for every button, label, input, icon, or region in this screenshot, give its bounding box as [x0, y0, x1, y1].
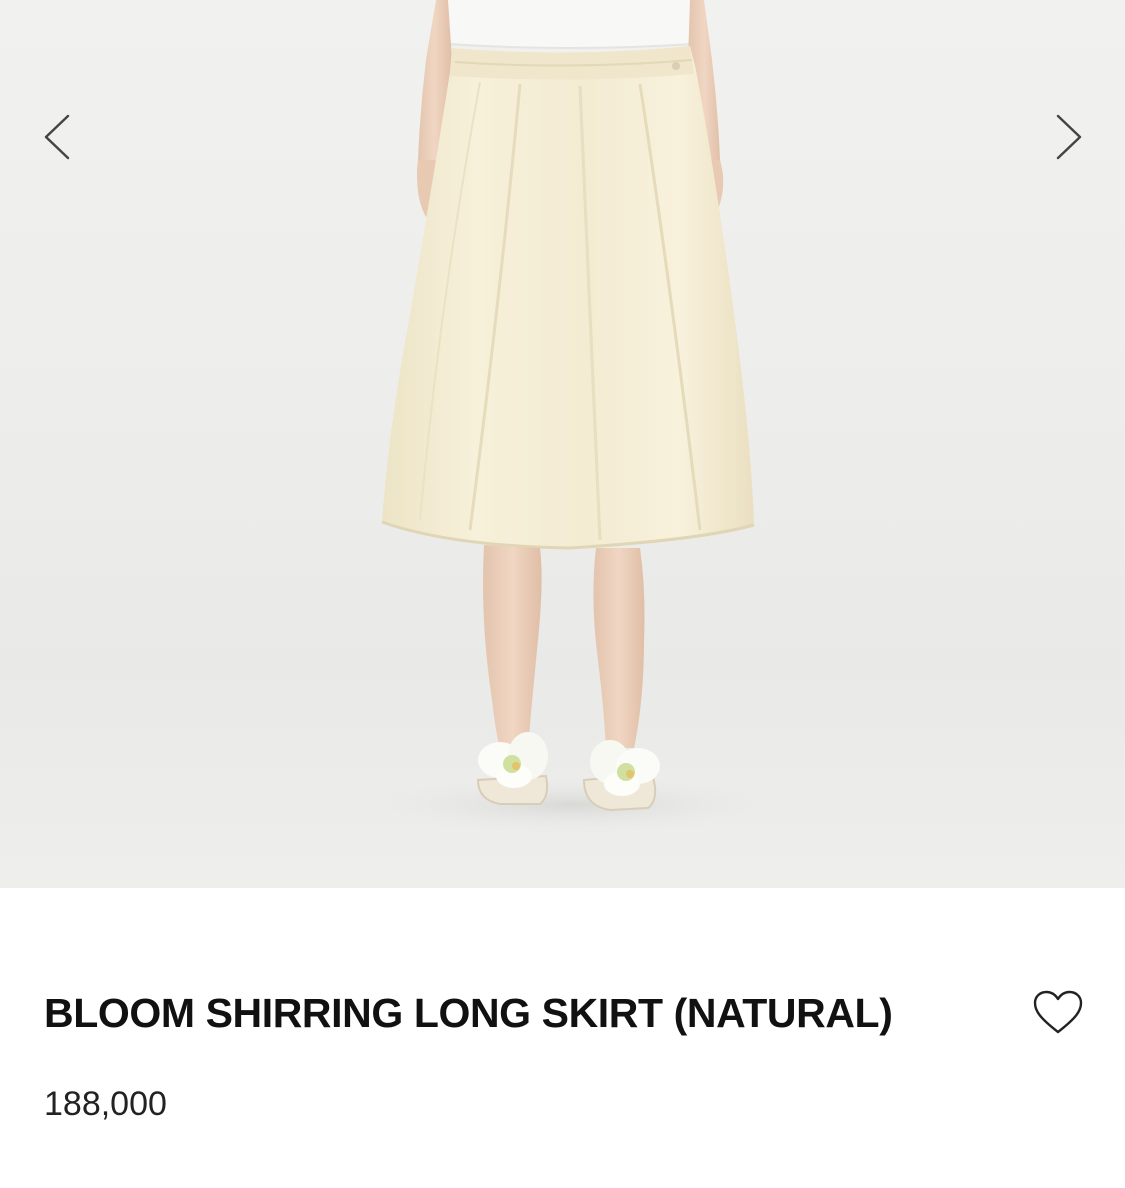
- previous-image-button[interactable]: [38, 108, 78, 164]
- product-title: BLOOM SHIRRING LONG SKIRT (NATURAL): [44, 990, 893, 1036]
- heart-outline-icon: [1033, 990, 1083, 1034]
- product-price: 188,000: [44, 1085, 167, 1123]
- product-image-gallery[interactable]: [0, 0, 1125, 888]
- next-image-button[interactable]: [1048, 108, 1088, 164]
- product-photo: [360, 0, 780, 833]
- wishlist-button[interactable]: [1030, 988, 1086, 1038]
- chevron-right-icon: [1056, 114, 1082, 160]
- chevron-left-icon: [44, 114, 70, 160]
